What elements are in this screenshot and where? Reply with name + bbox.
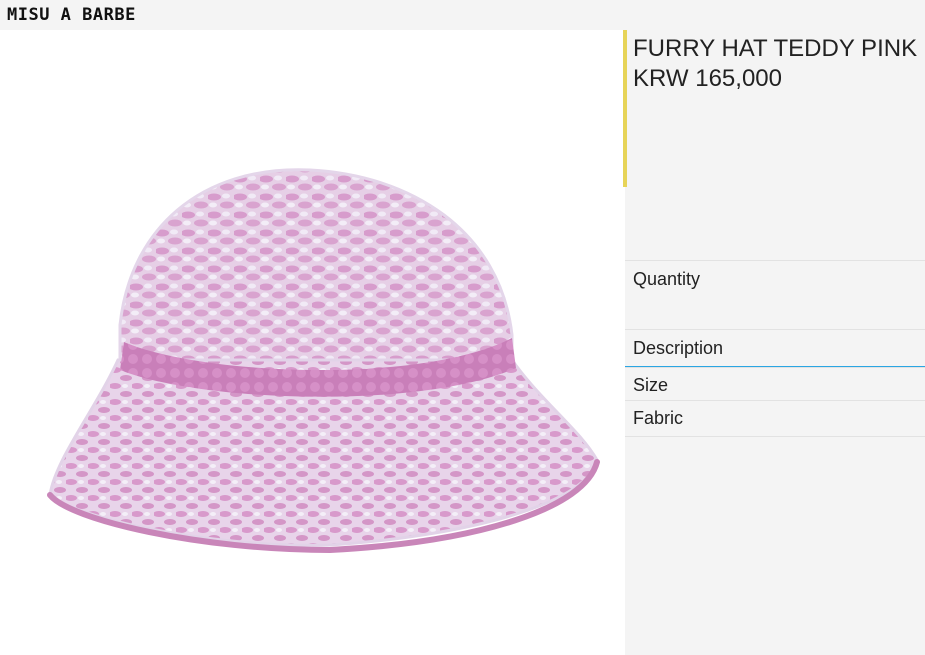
fabric-tab[interactable]: Fabric <box>625 400 925 437</box>
fabric-label: Fabric <box>633 408 684 428</box>
product-info-panel: FURRY HAT TEDDY PINK KRW 165,000 Quantit… <box>623 30 925 655</box>
size-tab[interactable]: Size <box>625 367 925 401</box>
quantity-row[interactable]: Quantity <box>625 260 925 330</box>
description-label: Description <box>633 338 724 358</box>
accent-bar <box>623 30 627 187</box>
description-tab[interactable]: Description <box>625 329 925 368</box>
product-image <box>47 168 600 554</box>
brand-logo[interactable]: MISU A BARBE <box>7 5 136 25</box>
product-title: FURRY HAT TEDDY PINK <box>633 35 918 62</box>
size-label: Size <box>633 375 669 395</box>
product-price: KRW 165,000 <box>633 65 782 92</box>
top-bar: MISU A BARBE <box>0 0 925 30</box>
product-image-panel <box>0 30 625 655</box>
quantity-label: Quantity <box>633 269 701 289</box>
